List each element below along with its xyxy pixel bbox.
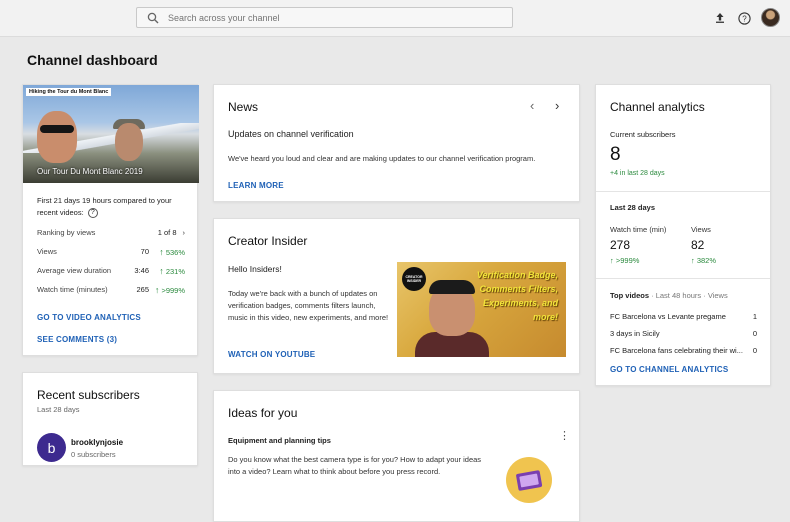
channel-analytics-title: Channel analytics xyxy=(610,100,705,114)
chevron-right-icon[interactable]: › xyxy=(183,228,186,237)
top-bar: ? xyxy=(0,0,790,37)
stat-row-views: Views 70 ↑ 536% xyxy=(37,247,185,257)
divider xyxy=(596,191,770,192)
creator-insider-card: Creator Insider Hello Insiders! Today we… xyxy=(213,218,580,374)
news-card: News ‹ › Updates on channel verification… xyxy=(213,84,580,202)
video-summary: First 21 days 19 hours compared to your … xyxy=(37,196,172,217)
thumbnail-tag: Hiking the Tour du Mont Blanc xyxy=(26,88,112,96)
search-icon xyxy=(147,12,159,23)
divider xyxy=(596,278,770,279)
metric-value-watch-time: 278 xyxy=(610,238,631,252)
top-video-row[interactable]: 3 days in Sicily 0 xyxy=(610,329,757,338)
upload-icon[interactable] xyxy=(711,9,729,27)
video-title: Our Tour Du Mont Blanc 2019 xyxy=(37,167,143,176)
help-icon[interactable]: ? xyxy=(735,9,753,27)
top-videos-header: Top videos · Last 48 hours · Views xyxy=(610,291,728,300)
stat-label: Watch time (minutes) xyxy=(37,285,108,294)
stat-change: 536% xyxy=(165,248,185,257)
period-title: Last 28 days xyxy=(610,203,656,212)
go-to-video-analytics-link[interactable]: GO TO VIDEO ANALYTICS xyxy=(37,313,141,322)
video-thumbnail[interactable]: Hiking the Tour du Mont Blanc Our Tour D… xyxy=(23,85,199,183)
go-to-channel-analytics-link[interactable]: GO TO CHANNEL ANALYTICS xyxy=(610,365,728,374)
thumbnail-overlay-text: Verification Badge, Comments Filters, Ex… xyxy=(476,270,558,322)
current-subscribers-value: 8 xyxy=(610,144,621,165)
chevron-right-icon[interactable]: › xyxy=(555,98,559,113)
arrow-up-icon: ↑ xyxy=(691,256,695,265)
creator-insider-thumbnail[interactable]: CREATOR INSIDER Verification Badge, Comm… xyxy=(397,262,566,357)
learn-more-link[interactable]: LEARN MORE xyxy=(228,181,284,190)
ranking-value: 1 of 8 xyxy=(157,228,177,237)
metric-value-views: 82 xyxy=(691,238,705,252)
info-icon[interactable]: ? xyxy=(87,208,98,219)
metric-change-watch-time: >999% xyxy=(615,256,640,265)
ranking-row[interactable]: Ranking by views 1 of 8 › xyxy=(37,228,185,237)
top-video-row[interactable]: FC Barcelona vs Levante pregame 1 xyxy=(610,312,757,321)
top-video-views: 1 xyxy=(752,312,757,321)
metric-label-views: Views xyxy=(691,225,711,234)
search-input[interactable] xyxy=(168,12,468,23)
stat-change: >999% xyxy=(161,286,185,295)
search-box[interactable] xyxy=(136,7,513,28)
creator-insider-greeting: Hello Insiders! xyxy=(228,264,282,274)
account-avatar[interactable] xyxy=(761,8,780,27)
creator-insider-body: Today we're back with a bunch of updates… xyxy=(228,289,389,322)
subscriber-change: +4 in last 28 days xyxy=(610,170,665,177)
top-videos-title: Top videos xyxy=(610,291,650,300)
stat-label: Views xyxy=(37,247,57,256)
current-subscribers-label: Current subscribers xyxy=(610,130,676,139)
watch-on-youtube-link[interactable]: WATCH ON YOUTUBE xyxy=(228,350,315,359)
creator-insider-logo: CREATOR INSIDER xyxy=(402,267,426,291)
metric-label-watch-time: Watch time (min) xyxy=(610,225,667,234)
news-title: News xyxy=(228,100,259,114)
top-video-row[interactable]: FC Barcelona fans celebrating their wi..… xyxy=(610,346,757,355)
arrow-up-icon: ↑ xyxy=(154,285,160,295)
creator-insider-title: Creator Insider xyxy=(228,234,308,248)
stat-change: 231% xyxy=(165,267,185,276)
page-title: Channel dashboard xyxy=(27,52,158,68)
channel-analytics-card: Channel analytics Current subscribers 8 … xyxy=(595,84,771,386)
subscriber-count: 0 subscribers xyxy=(71,450,116,459)
ranking-label: Ranking by views xyxy=(37,228,96,237)
stat-value: 3:46 xyxy=(134,266,149,275)
recent-subscribers-card: Recent subscribers Last 28 days b brookl… xyxy=(22,372,198,466)
chevron-left-icon[interactable]: ‹ xyxy=(530,98,534,113)
ideas-title: Ideas for you xyxy=(228,406,298,420)
top-video-title: FC Barcelona fans celebrating their wi..… xyxy=(610,346,743,355)
stat-value: 70 xyxy=(140,247,149,256)
top-video-title: 3 days in Sicily xyxy=(610,329,660,338)
stat-row-watch-time: Watch time (minutes) 265 ↑ >999% xyxy=(37,285,185,295)
news-body: We've heard you loud and clear and are m… xyxy=(228,154,536,163)
top-videos-period: · Last 48 hours · Views xyxy=(651,291,728,300)
stat-label: Average view duration xyxy=(37,266,112,275)
stat-value: 265 xyxy=(136,285,149,294)
top-video-title: FC Barcelona vs Levante pregame xyxy=(610,312,726,321)
ideas-illustration xyxy=(506,457,552,503)
arrow-up-icon: ↑ xyxy=(159,266,164,276)
ideas-body: Do you know what the best camera type is… xyxy=(228,455,482,476)
svg-text:?: ? xyxy=(742,14,747,23)
see-comments-link[interactable]: SEE COMMENTS (3) xyxy=(37,335,117,344)
arrow-up-icon: ↑ xyxy=(610,256,614,265)
metric-change-views: 382% xyxy=(696,256,717,265)
top-video-views: 0 xyxy=(752,329,757,338)
ideas-topic: Equipment and planning tips xyxy=(228,436,331,445)
stat-row-avg-duration: Average view duration 3:46 ↑ 231% xyxy=(37,266,185,276)
recent-subscribers-title: Recent subscribers xyxy=(37,388,140,402)
news-headline: Updates on channel verification xyxy=(228,129,354,139)
more-vert-icon[interactable]: ⋮ xyxy=(559,431,570,442)
latest-video-card: Hiking the Tour du Mont Blanc Our Tour D… xyxy=(22,84,199,356)
arrow-up-icon: ↑ xyxy=(159,247,164,257)
recent-subscribers-period: Last 28 days xyxy=(37,405,80,414)
top-video-views: 0 xyxy=(752,346,757,355)
subscriber-name[interactable]: brooklynjosie xyxy=(71,438,123,447)
ideas-card: Ideas for you Equipment and planning tip… xyxy=(213,390,580,522)
subscriber-avatar[interactable]: b xyxy=(37,433,66,462)
